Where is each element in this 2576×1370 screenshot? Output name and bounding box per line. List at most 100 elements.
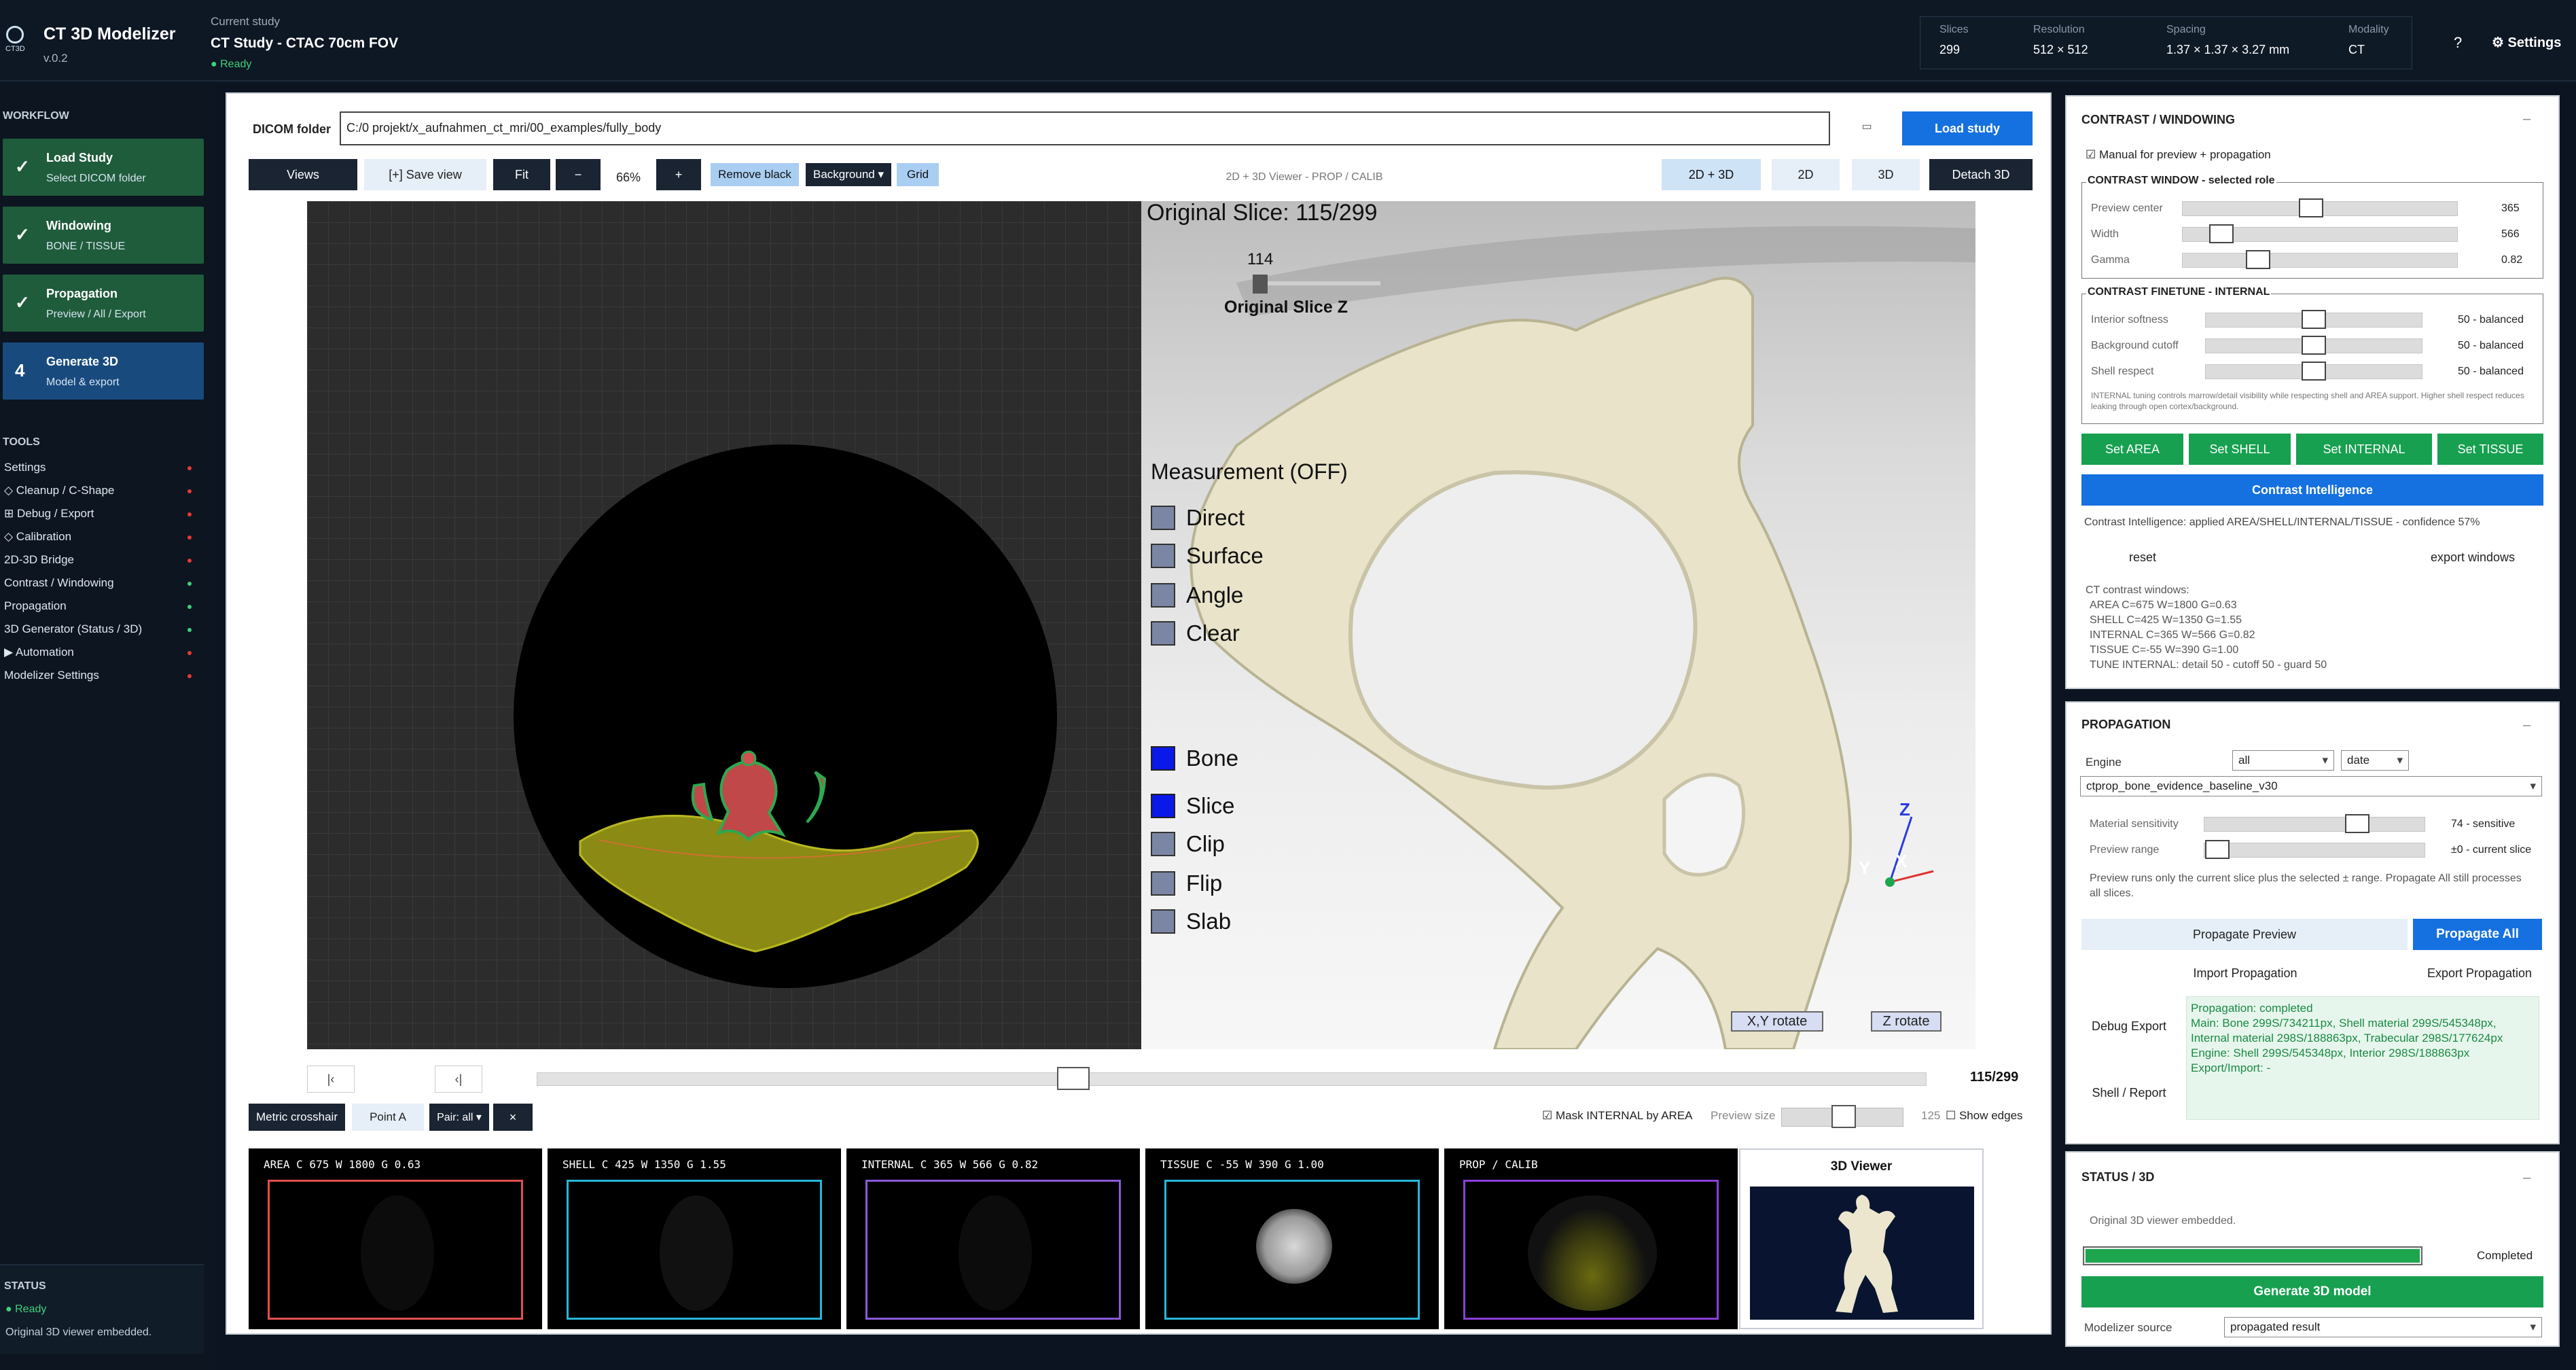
layer-bone[interactable]: Bone: [1151, 745, 1238, 772]
slice-slider[interactable]: [537, 1072, 1927, 1086]
preview-range-slider[interactable]: Preview range ±0 - current slice: [2090, 840, 2541, 859]
propagate-all-button[interactable]: Propagate All: [2413, 919, 2542, 950]
tool-debug-export[interactable]: ⊞ Debug / Export: [4, 507, 192, 527]
checkbox[interactable]: [1151, 544, 1175, 568]
settings-button[interactable]: ⚙ Settings: [2492, 34, 2561, 51]
model-3d-view[interactable]: [1141, 201, 1975, 1049]
zoom-out-button[interactable]: −: [556, 159, 601, 190]
set-tissue-button[interactable]: Set TISSUE: [2437, 434, 2543, 465]
debug-export-button[interactable]: Debug Export: [2081, 1013, 2177, 1040]
tool-settings[interactable]: Settings: [4, 461, 192, 481]
point-a-button[interactable]: Point A: [352, 1104, 424, 1131]
slider-thumb[interactable]: [2302, 336, 2326, 355]
set-internal-button[interactable]: Set INTERNAL: [2296, 434, 2432, 465]
preview-center-slider[interactable]: Preview center 365: [2091, 198, 2533, 217]
set-area-button[interactable]: Set AREA: [2081, 434, 2183, 465]
metric-crosshair-button[interactable]: Metric crosshair: [249, 1104, 345, 1131]
show-edges-checkbox[interactable]: ☐ Show edges: [1946, 1109, 2023, 1123]
role-thumb-shell[interactable]: SHELL C 425 W 1350 G 1.55: [548, 1148, 841, 1329]
workflow-step-load-study[interactable]: ✓ Load Study Select DICOM folder: [3, 139, 204, 196]
first-slice-button[interactable]: |‹: [307, 1066, 355, 1093]
slider-thumb[interactable]: [2302, 362, 2326, 381]
checkbox[interactable]: [1151, 583, 1175, 608]
generate-3d-model-button[interactable]: Generate 3D model: [2081, 1276, 2543, 1307]
export-propagation-button[interactable]: Export Propagation: [2418, 960, 2541, 987]
help-button[interactable]: ?: [2454, 34, 2462, 52]
slider-track[interactable]: [2182, 253, 2458, 268]
slider-thumb[interactable]: [2345, 814, 2369, 833]
role-thumb-internal[interactable]: INTERNAL C 365 W 566 G 0.82: [846, 1148, 1140, 1329]
slider-thumb[interactable]: [2302, 310, 2326, 329]
role-thumb-tissue[interactable]: TISSUE C -55 W 390 G 1.00: [1145, 1148, 1439, 1329]
detach-3d-button[interactable]: Detach 3D: [1929, 159, 2033, 190]
import-propagation-button[interactable]: Import Propagation: [2187, 960, 2303, 987]
remove-black-toggle[interactable]: Remove black: [711, 163, 799, 186]
checkbox[interactable]: [1151, 909, 1175, 934]
tool-3d-generator[interactable]: 3D Generator (Status / 3D): [4, 622, 192, 643]
zoom-in-button[interactable]: +: [656, 159, 701, 190]
modelizer-source-select[interactable]: propagated result ▾: [2224, 1317, 2542, 1337]
layer-flip[interactable]: Flip: [1151, 870, 1222, 897]
tool-2d-3d-bridge[interactable]: 2D-3D Bridge: [4, 553, 192, 574]
mode-2d-button[interactable]: 2D: [1772, 159, 1840, 190]
export-windows-button[interactable]: export windows: [2405, 544, 2541, 571]
shell-respect-slider[interactable]: Shell respect 50 - balanced: [2091, 362, 2533, 381]
tool-propagation[interactable]: Propagation: [4, 599, 192, 620]
folder-browse-icon[interactable]: ▭: [1859, 117, 1875, 136]
checkbox-checked[interactable]: [1151, 746, 1175, 771]
collapse-icon[interactable]: –: [2523, 1170, 2564, 1186]
slider-thumb[interactable]: [2246, 250, 2270, 269]
measure-angle[interactable]: Angle: [1151, 582, 1243, 609]
checkbox[interactable]: [1151, 506, 1175, 530]
xy-rotate-button[interactable]: X,Y rotate: [1731, 1011, 1823, 1032]
workflow-step-generate-3d[interactable]: 4 Generate 3D Model & export: [3, 342, 204, 400]
background-dropdown[interactable]: Background ▾: [806, 163, 891, 186]
checkbox[interactable]: [1151, 871, 1175, 896]
workflow-step-propagation[interactable]: ✓ Propagation Preview / All / Export: [3, 275, 204, 332]
slider-thumb[interactable]: [2299, 198, 2323, 217]
slider-thumb[interactable]: [2205, 840, 2230, 859]
z-rotate-button[interactable]: Z rotate: [1871, 1011, 1942, 1032]
slider-thumb[interactable]: [2209, 224, 2234, 243]
views-button[interactable]: Views: [249, 159, 357, 190]
engine-select[interactable]: all ▾: [2232, 750, 2334, 771]
role-thumb-area[interactable]: AREA C 675 W 1800 G 0.63: [249, 1148, 542, 1329]
reset-button[interactable]: reset: [2081, 544, 2204, 571]
viewer-3d-card[interactable]: 3D Viewer: [1739, 1148, 1984, 1329]
measure-clear[interactable]: Clear: [1151, 620, 1240, 647]
preview-size-thumb[interactable]: [1831, 1105, 1856, 1128]
fit-button[interactable]: Fit: [493, 159, 550, 190]
tool-cleanup[interactable]: ◇ Cleanup / C-Shape: [4, 484, 192, 504]
layer-slab[interactable]: Slab: [1151, 908, 1231, 935]
set-shell-button[interactable]: Set SHELL: [2189, 434, 2291, 465]
interior-softness-slider[interactable]: Interior softness 50 - balanced: [2091, 310, 2533, 329]
preset-select[interactable]: ctprop_bone_evidence_baseline_v30 ▾: [2080, 776, 2542, 796]
width-slider[interactable]: Width 566: [2091, 224, 2533, 243]
collapse-icon[interactable]: –: [2523, 718, 2564, 733]
grid-toggle[interactable]: Grid: [897, 163, 939, 186]
slider-track[interactable]: [2204, 843, 2425, 858]
workflow-step-windowing[interactable]: ✓ Windowing BONE / TISSUE: [3, 207, 204, 264]
slice-2d-view[interactable]: [307, 201, 1141, 1049]
layer-clip[interactable]: Clip: [1151, 830, 1225, 858]
prev-slice-button[interactable]: ‹|: [435, 1066, 482, 1093]
background-cutoff-slider[interactable]: Background cutoff 50 - balanced: [2091, 336, 2533, 355]
contrast-intelligence-button[interactable]: Contrast Intelligence: [2081, 474, 2543, 506]
close-icon[interactable]: ×: [493, 1104, 533, 1131]
sort-select[interactable]: date ▾: [2341, 750, 2409, 771]
role-thumb-prop-calib[interactable]: PROP / CALIB: [1444, 1148, 1738, 1329]
original-slice-thumb[interactable]: [1253, 275, 1268, 294]
measure-surface[interactable]: Surface: [1151, 542, 1264, 569]
gamma-slider[interactable]: Gamma 0.82: [2091, 250, 2533, 269]
tool-modelizer-settings[interactable]: Modelizer Settings: [4, 669, 192, 689]
checkbox-checked[interactable]: [1151, 794, 1175, 818]
mode-2d-3d-button[interactable]: 2D + 3D: [1662, 159, 1761, 190]
checkbox[interactable]: [1151, 832, 1175, 856]
tool-contrast-windowing[interactable]: Contrast / Windowing: [4, 576, 192, 597]
mode-3d-button[interactable]: 3D: [1852, 159, 1920, 190]
checkbox[interactable]: [1151, 621, 1175, 646]
shell-report-button[interactable]: Shell / Report: [2081, 1079, 2177, 1106]
pair-dropdown[interactable]: Pair: all ▾: [429, 1104, 489, 1131]
measure-direct[interactable]: Direct: [1151, 504, 1245, 531]
original-slice-slider[interactable]: [1253, 281, 1380, 285]
